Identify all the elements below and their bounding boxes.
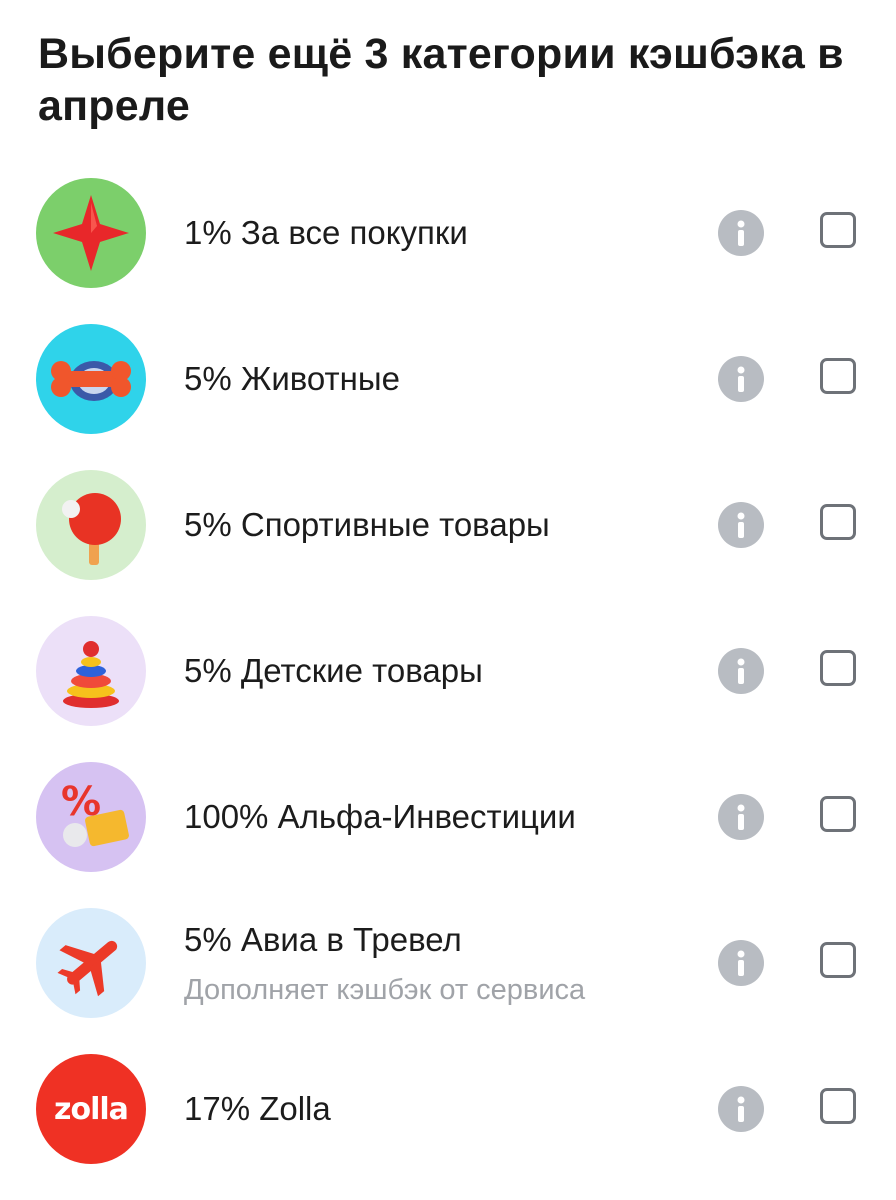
category-checkbox[interactable] — [820, 650, 856, 686]
info-icon[interactable] — [718, 1086, 764, 1132]
category-checkbox[interactable] — [820, 1088, 856, 1124]
category-label: 5% Спортивные товары — [184, 506, 550, 543]
toy-pyramid-icon — [36, 616, 146, 726]
svg-text:%: % — [61, 779, 101, 825]
category-checkbox[interactable] — [820, 504, 856, 540]
cashback-categories-screen: Выберите ещё 3 категории кэшбэка в апрел… — [0, 0, 896, 1200]
category-checkbox[interactable] — [820, 358, 856, 394]
info-icon[interactable] — [718, 648, 764, 694]
category-label: 5% Детские товары — [184, 652, 483, 689]
category-row-zolla[interactable]: zolla 17% Zolla — [0, 1036, 896, 1182]
category-label: 100% Альфа-Инвестиции — [184, 798, 576, 835]
category-row-sports[interactable]: 5% Спортивные товары — [0, 452, 896, 598]
airplane-icon — [36, 908, 146, 1018]
category-label: 5% Животные — [184, 360, 400, 397]
zolla-logo-text: zolla — [54, 1091, 129, 1127]
info-icon[interactable] — [718, 794, 764, 840]
category-checkbox[interactable] — [820, 796, 856, 832]
info-icon[interactable] — [718, 356, 764, 402]
zolla-logo-icon: zolla — [36, 1054, 146, 1164]
red-star-icon — [36, 178, 146, 288]
category-label: 1% За все покупки — [184, 214, 468, 251]
percent-coins-icon: % — [36, 762, 146, 872]
info-icon[interactable] — [718, 502, 764, 548]
category-row-animals[interactable]: 5% Животные — [0, 306, 896, 452]
category-checkbox[interactable] — [820, 942, 856, 978]
page-title: Выберите ещё 3 категории кэшбэка в апрел… — [38, 30, 844, 130]
category-row-kids[interactable]: 5% Детские товары — [0, 598, 896, 744]
info-icon[interactable] — [718, 210, 764, 256]
category-row-avia-travel[interactable]: 5% Авиа в Тревел Дополняет кэшбэк от сер… — [0, 890, 896, 1036]
category-label: 17% Zolla — [184, 1090, 331, 1127]
bone-icon — [36, 324, 146, 434]
category-checkbox[interactable] — [820, 212, 856, 248]
category-row-investments[interactable]: % 100% Альфа-Инвестиции — [0, 744, 896, 890]
category-row-all-purchases[interactable]: 1% За все покупки — [0, 160, 896, 306]
info-icon[interactable] — [718, 940, 764, 986]
ping-pong-paddle-icon — [36, 470, 146, 580]
category-sublabel: Дополняет кэшбэк от сервиса — [184, 974, 586, 1006]
category-label: 5% Авиа в Тревел — [184, 921, 462, 958]
